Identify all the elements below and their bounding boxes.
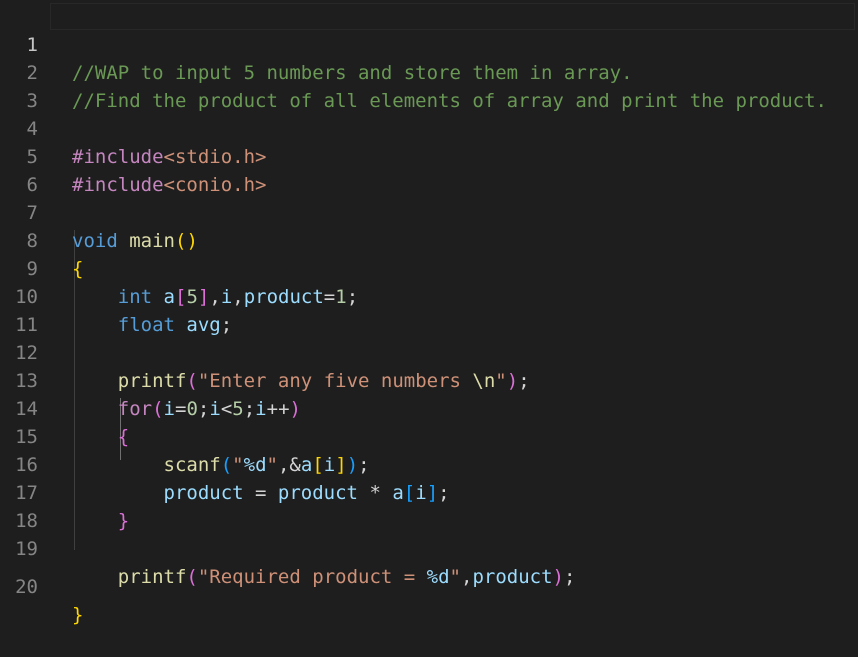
brace: } [72,604,84,626]
code-line-18[interactable]: 18 [0,479,858,532]
code-line-6[interactable]: 6 [0,143,858,196]
code-line-10[interactable]: 10 float avg; [0,255,858,336]
code-line-14[interactable]: 14 { [0,367,858,448]
code-line-4[interactable]: 4 #include<stdio.h> [0,87,858,168]
code-line-15[interactable]: 15 scanf("%d",&a[i]); [0,395,858,476]
code-line-8[interactable]: 8 { [0,199,858,280]
code-line-20[interactable]: 20 } [0,545,858,626]
code-line-5[interactable]: 5 #include<conio.h> [0,115,858,196]
line-number: 20 [15,576,38,598]
code-line-13[interactable]: 13 for(i=0;i<5;i++) [0,339,858,420]
code-line-16[interactable]: 16 product = product * a[i]; [0,423,858,504]
code-editor[interactable]: 1 //WAP to input 5 numbers and store the… [0,0,858,626]
code-line-12[interactable]: 12 printf("Enter any five numbers \n"); [0,311,858,392]
code-line-3[interactable]: 3 [0,59,858,112]
code-line-19[interactable]: 19 printf("Required product = %d",produc… [0,507,858,588]
code-line-7[interactable]: 7 void main() [0,171,858,252]
code-line-9[interactable]: 9 int a[5],i,product=1; [0,227,858,308]
code-line-11[interactable]: 11 [0,283,858,336]
code-line-1[interactable]: 1 //WAP to input 5 numbers and store the… [0,3,858,84]
code-line-17[interactable]: 17 } [0,451,858,532]
code-line-2[interactable]: 2 //Find the product of all elements of … [0,31,858,112]
